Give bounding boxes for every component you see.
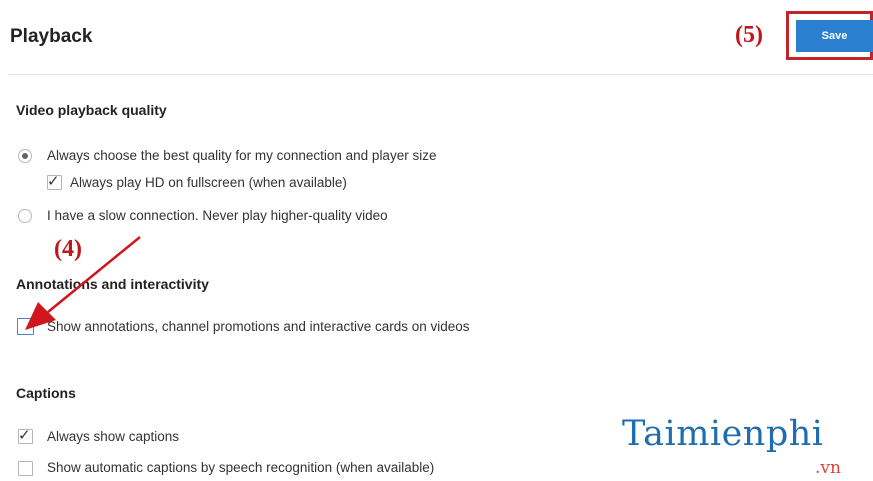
section-title-quality: Video playback quality xyxy=(16,102,167,118)
step-label-save: (5) xyxy=(735,22,763,48)
check-icon: ✓ xyxy=(47,172,60,190)
hd-fullscreen-label: Always play HD on fullscreen (when avail… xyxy=(70,175,347,190)
automatic-captions-label: Show automatic captions by speech recogn… xyxy=(47,460,435,475)
checkbox-always-show-captions[interactable]: ✓ xyxy=(18,426,33,444)
section-title-captions: Captions xyxy=(16,385,76,401)
page-title: Playback xyxy=(10,26,93,47)
slow-connection-label: I have a slow connection. Never play hig… xyxy=(47,208,388,223)
save-button[interactable]: Save xyxy=(796,20,873,52)
radio-slow-connection[interactable] xyxy=(18,209,32,223)
checkbox-hd-fullscreen[interactable]: ✓ xyxy=(47,172,62,190)
red-arrow-icon xyxy=(25,236,141,330)
watermark-logo: Taimienphi xyxy=(622,414,824,454)
watermark-suffix: .vn xyxy=(815,458,841,478)
check-icon: ✓ xyxy=(18,426,31,444)
header-divider xyxy=(8,74,873,75)
checkbox-automatic-captions[interactable] xyxy=(18,461,33,476)
always-show-captions-label: Always show captions xyxy=(47,429,180,444)
best-quality-label: Always choose the best quality for my co… xyxy=(47,148,437,163)
radio-best-quality[interactable] xyxy=(18,149,32,163)
